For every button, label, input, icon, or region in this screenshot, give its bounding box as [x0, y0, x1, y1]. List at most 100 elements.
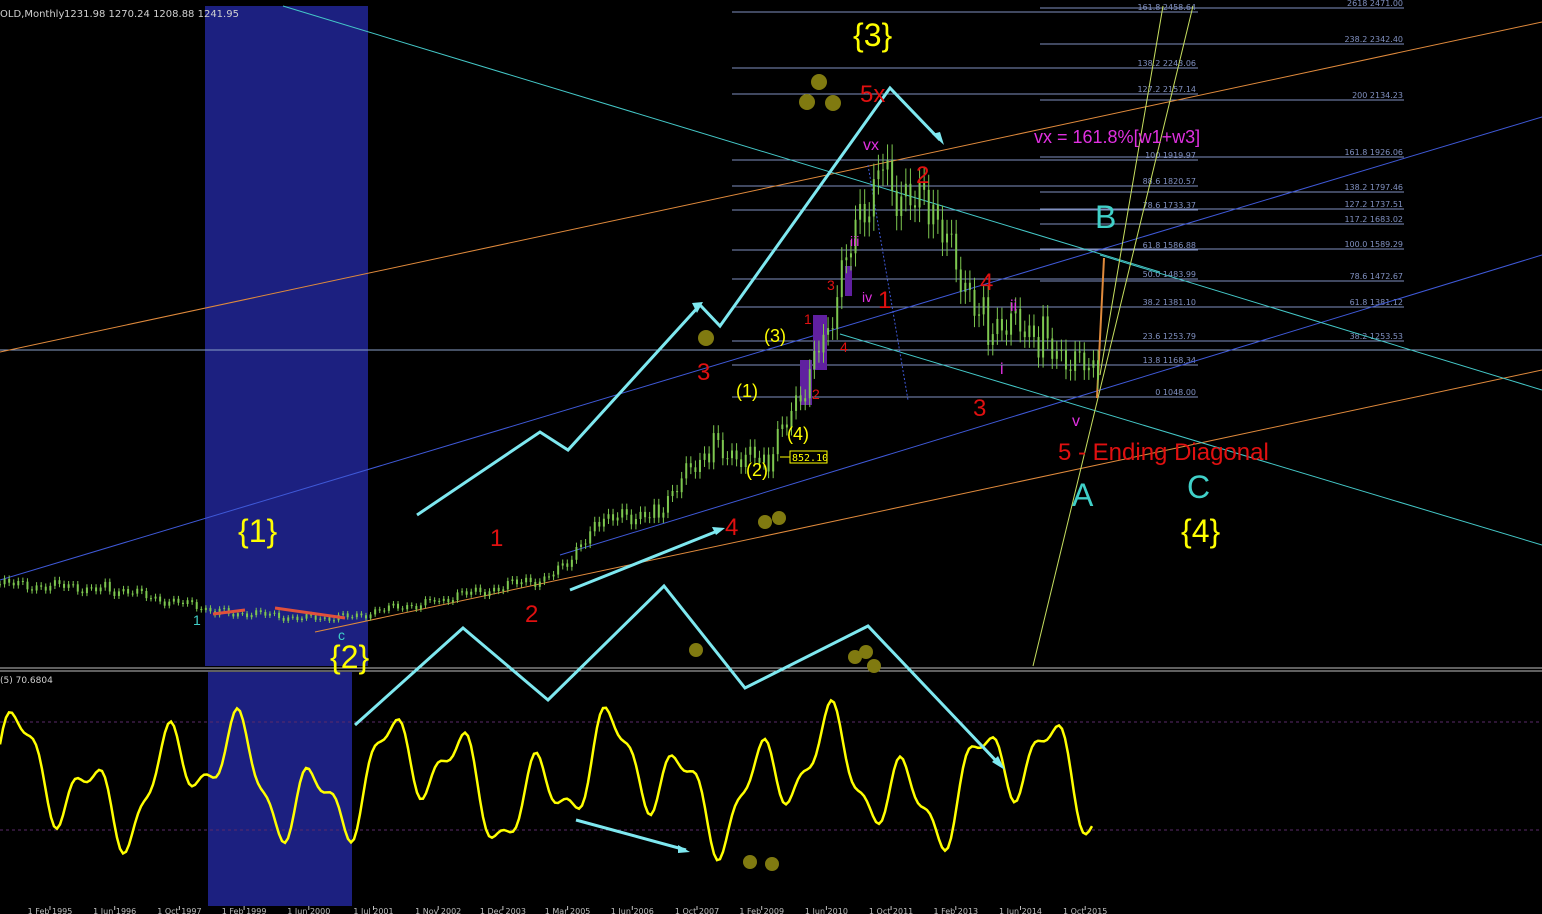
shaded-zone-main [205, 6, 368, 666]
candle-body [598, 521, 601, 527]
candle-body [946, 233, 949, 243]
candle-body [456, 592, 459, 601]
candle-body [191, 600, 194, 603]
candle-body [881, 169, 884, 171]
price-box-label: 852.10 [792, 453, 828, 464]
candle-body [223, 608, 226, 610]
candle-body [474, 587, 477, 592]
candle-body [849, 253, 852, 258]
dot [859, 645, 873, 659]
ohlc-readout: 1231.98 1270.24 1208.88 1241.95 [64, 9, 239, 20]
candle-body [85, 587, 88, 594]
candle-body [612, 514, 615, 521]
x-tick-label: 1 Jun 1996 [93, 907, 136, 914]
dot [799, 94, 815, 110]
candle-body [451, 600, 454, 603]
wave-label-paren-4: (4) [787, 424, 809, 444]
candle-body [136, 588, 139, 594]
fib-label: 0 1048.00 [1155, 388, 1196, 397]
candle-body [726, 458, 729, 460]
wave-label-3: 3 [697, 359, 710, 386]
candle-body [941, 219, 944, 243]
candle-body [1051, 338, 1054, 359]
x-tick-label: 1 Jun 2014 [999, 907, 1042, 914]
candle-body [250, 615, 253, 618]
fib-label: 127.2 1737.51 [1344, 200, 1403, 209]
candle-body [483, 592, 486, 597]
x-tick-label: 1 Mar 2005 [545, 907, 591, 914]
candle-body [776, 428, 779, 455]
candle-body [662, 512, 665, 518]
candle-body [63, 583, 66, 588]
candle-body [305, 614, 308, 619]
candle-body [1028, 325, 1031, 338]
candle-body [1037, 336, 1040, 358]
candle-body [53, 580, 56, 586]
price-chart[interactable]: 161.8 2458.64138.2 2243.06127.2 2157.141… [0, 0, 1542, 914]
candle-body [525, 577, 528, 583]
candle-body [717, 433, 720, 441]
candle-body [584, 543, 587, 545]
candle-body [255, 610, 258, 616]
candle-body [410, 605, 413, 607]
candle-body [538, 581, 541, 587]
candle-body [1064, 349, 1067, 370]
ending-diagonal-label: 5 - Ending Diagonal [1058, 439, 1269, 466]
dot [867, 659, 881, 673]
candle-body [515, 579, 518, 585]
wave-label-iii-top: iii [850, 233, 859, 249]
x-tick-label: 1 Jun 2010 [805, 907, 848, 914]
candle-body [1097, 360, 1099, 380]
x-tick-label: 1 Nov 2002 [415, 907, 461, 914]
candle-body [859, 203, 862, 220]
candle-body [712, 433, 715, 463]
wave-label-paren-1: (1) [736, 381, 758, 401]
candle-body [872, 179, 875, 217]
candle-body [1069, 369, 1072, 371]
candle-body [241, 613, 244, 615]
candle-body [291, 616, 294, 618]
candle-body [1023, 331, 1026, 338]
candle-body [1000, 318, 1003, 331]
candle-body [625, 509, 628, 515]
candle-body [982, 297, 985, 315]
candle-body [67, 584, 70, 588]
candle-body [552, 574, 555, 577]
candle-body [698, 459, 701, 472]
candle-body [44, 586, 47, 591]
wave-label-c-1: 1 [878, 287, 891, 314]
dot [743, 855, 757, 869]
candle-body [195, 602, 198, 609]
candle-body [323, 617, 326, 619]
candle-body [117, 591, 120, 596]
candle-body [822, 334, 825, 353]
candle-body [1055, 351, 1058, 359]
candle-body [932, 204, 935, 225]
shaded-zone-indicator [208, 672, 352, 906]
candle-body [360, 613, 363, 616]
candle-body [145, 590, 148, 599]
candle-body [419, 605, 422, 610]
wave-label-1-small: 1 [193, 612, 201, 628]
candle-body [488, 591, 491, 597]
candle-body [845, 257, 848, 261]
candle-body [886, 160, 889, 170]
candle-body [566, 563, 569, 567]
candle-body [520, 582, 523, 585]
wave-label-4-major: {4} [1181, 513, 1220, 549]
candle-body [35, 585, 38, 591]
candle-body [676, 490, 679, 493]
candle-body [378, 609, 381, 611]
candle-body [236, 613, 239, 617]
wave-label-paren-3: (3) [764, 326, 786, 346]
x-tick-label: 1 Feb 2009 [739, 907, 784, 914]
candle-body [406, 605, 409, 610]
x-tick-label: 1 Oct 2015 [1063, 907, 1107, 914]
candle-body [808, 369, 811, 399]
candle-body [58, 580, 61, 584]
candle-body [95, 587, 98, 592]
candle-body [465, 591, 468, 595]
candle-body [502, 589, 505, 592]
candle-body [26, 581, 29, 590]
candle-body [950, 233, 953, 235]
